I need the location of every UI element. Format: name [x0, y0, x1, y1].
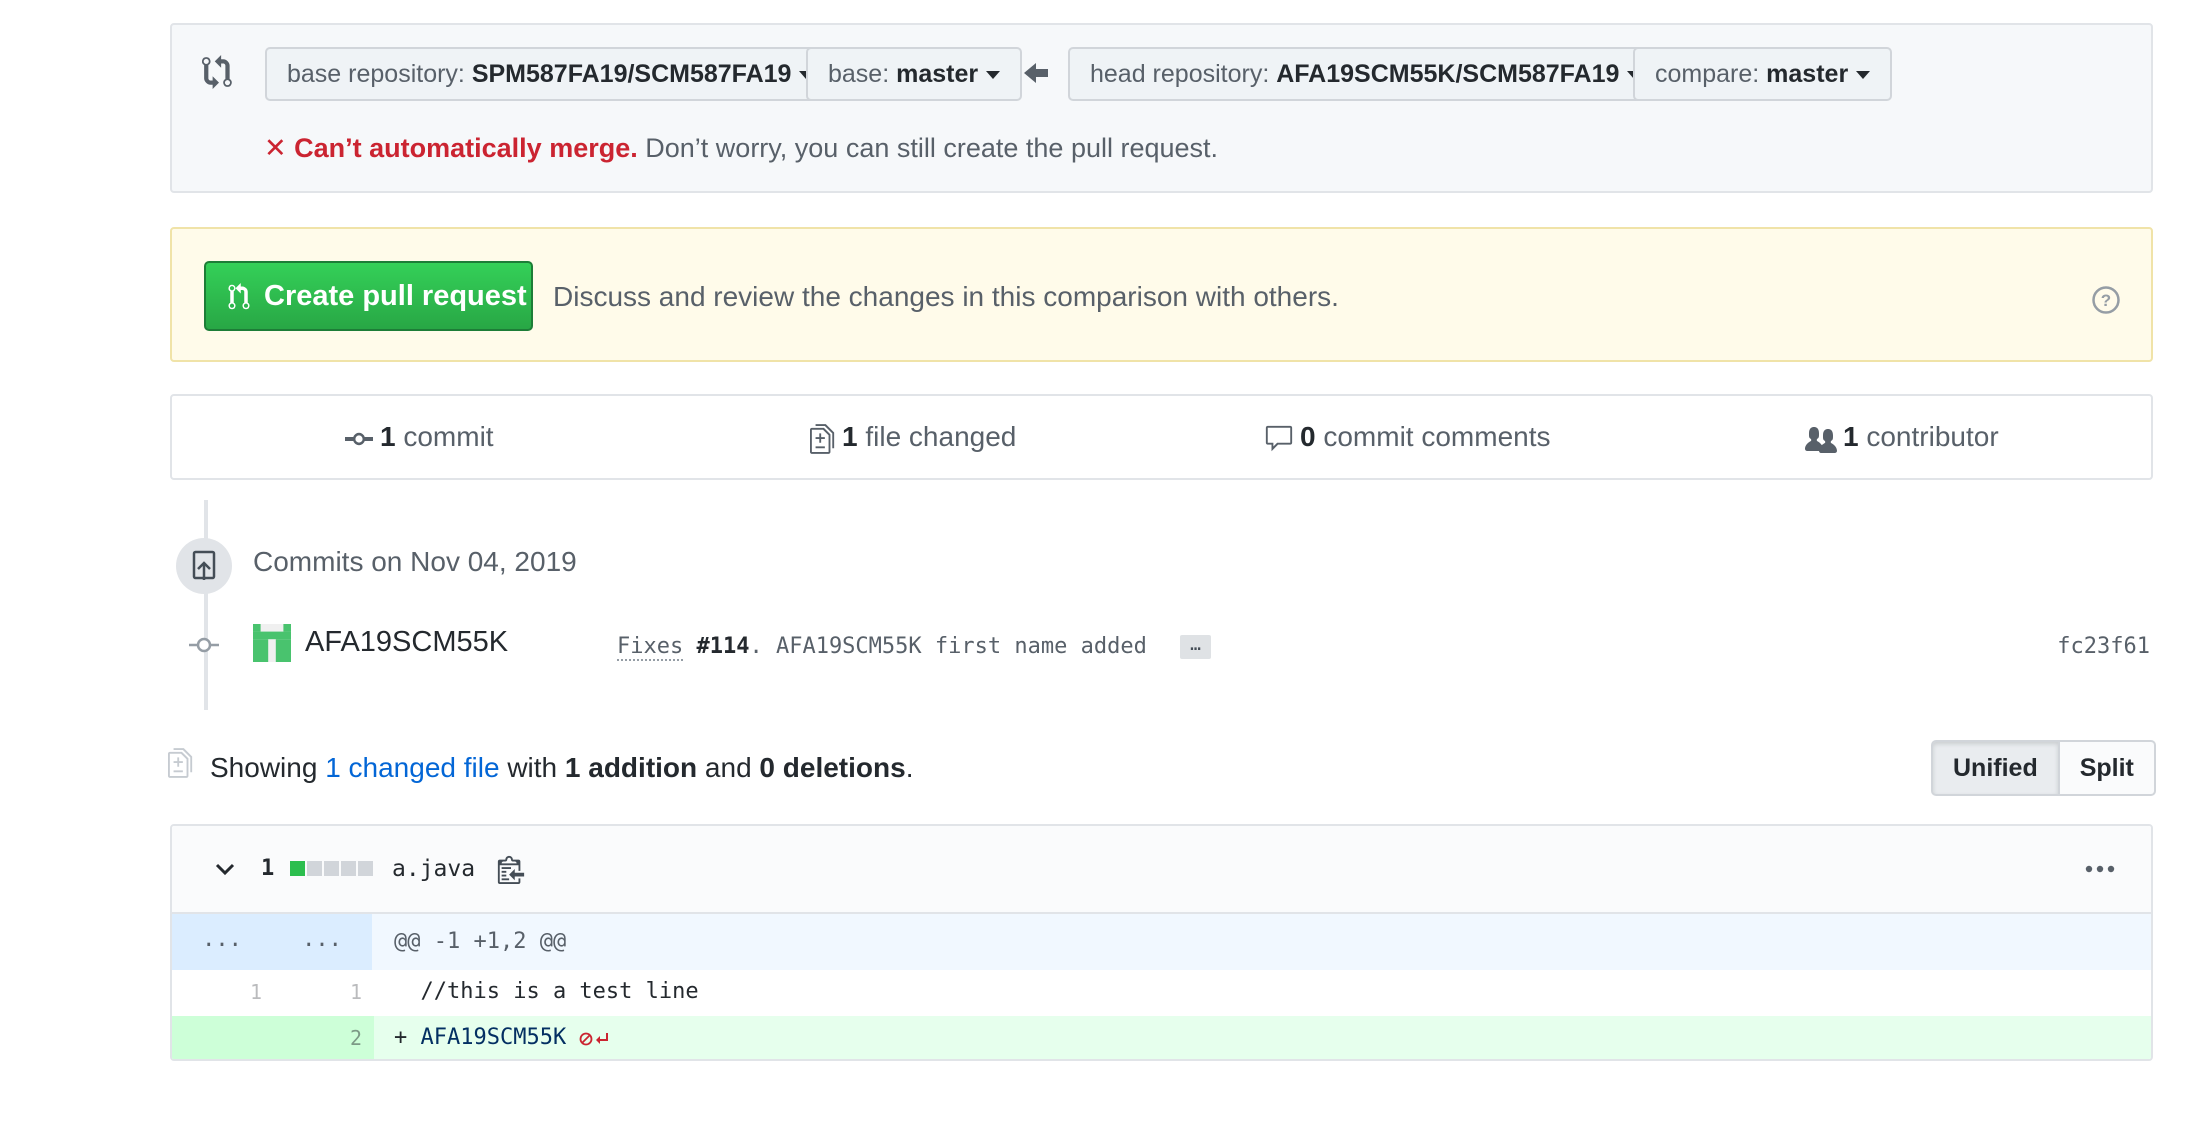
diffstat-bar [290, 861, 373, 876]
people-icon [1805, 426, 1837, 453]
hunk-header-row: ... ... @@ -1 +1,2 @@ [172, 914, 2151, 970]
diff-line-addition: 2 + AFA19SCM55K [172, 1016, 2151, 1059]
old-line-number[interactable] [172, 1016, 262, 1059]
commit-sha[interactable]: fc23f61 [2057, 634, 2150, 659]
expand-up-button[interactable]: ... [172, 914, 272, 970]
commit-message-text: . AFA19SCM55K first name added [749, 634, 1147, 659]
old-line-number[interactable]: 1 [172, 970, 262, 1014]
showing-label: Showing [210, 752, 318, 783]
file-header: 1 a.java [172, 826, 2151, 914]
addition-marker: + [394, 1025, 421, 1050]
file-diff-icon [168, 748, 193, 778]
kebab-horizontal-icon[interactable] [2085, 865, 2115, 873]
commits-count: 1 [380, 421, 396, 452]
svg-text:?: ? [2101, 291, 2111, 310]
merge-status-note: Don’t worry, you can still create the pu… [645, 133, 1219, 163]
compare-branch-label: compare: [1655, 60, 1760, 88]
diff-line-code: + AFA19SCM55K [394, 1016, 611, 1059]
merge-status-text: Can’t automatically merge. [294, 133, 638, 163]
split-button[interactable]: Split [2059, 740, 2156, 796]
files-count: 1 [842, 421, 858, 452]
caret-down-icon [986, 71, 1001, 80]
commits-summary[interactable]: 1 commit [344, 396, 494, 478]
files-changed-summary[interactable]: 1 file changed [810, 396, 1016, 478]
contributors-count: 1 [1843, 421, 1859, 452]
repo-push-icon [176, 538, 232, 594]
commit-author[interactable]: AFA19SCM55K [305, 626, 508, 659]
chevron-down-icon[interactable] [214, 858, 236, 880]
compare-branch-value: master [1766, 60, 1849, 88]
git-compare-icon [202, 55, 232, 89]
base-repository-label: base repository: [287, 60, 465, 88]
git-commit-icon [345, 432, 373, 445]
head-repository-label: head repository: [1090, 60, 1270, 88]
copy-path-icon[interactable] [497, 854, 525, 884]
diff-line-context: 1 1 //this is a test line [172, 970, 2151, 1014]
no-newline-icon [580, 1032, 609, 1046]
expand-commit-message-button[interactable]: … [1180, 635, 1211, 659]
avatar[interactable] [253, 624, 291, 662]
file-diff-icon [810, 423, 835, 454]
comparison-summary: 1 commit 1 file changed 0 commit comment… [170, 394, 2153, 480]
diffstat-block-neutral [324, 861, 339, 876]
commit-message[interactable]: Fixes #114. AFA19SCM55K first name added… [617, 634, 1211, 661]
git-commit-icon [189, 637, 219, 653]
with-label: with [507, 752, 558, 783]
commit-group-title: Commits on Nov 04, 2019 [253, 546, 577, 577]
issue-link[interactable]: #114 [696, 634, 749, 659]
base-branch-value: master [896, 60, 979, 88]
changed-files-link[interactable]: 1 changed file [325, 752, 499, 783]
git-pull-request-icon [228, 283, 250, 310]
diff-line-code: //this is a test line [394, 979, 699, 1004]
compare-branch-select[interactable]: compare: master [1633, 47, 1893, 101]
head-repository-select[interactable]: head repository: AFA19SCM55K/SCM587FA19 [1068, 47, 1664, 101]
diffstat-block-neutral [307, 861, 322, 876]
merge-status: ✕ Can’t automatically merge. Don’t worry… [264, 133, 1218, 164]
create-pull-request-description: Discuss and review the changes in this c… [553, 281, 1339, 312]
additions-count: 1 addition [564, 752, 698, 783]
x-icon: ✕ [264, 133, 287, 163]
diff-summary: Showing 1 changed file with 1 addition a… [210, 752, 913, 784]
commit-comments-summary[interactable]: 0 commit comments [1264, 396, 1551, 478]
timeline-line [204, 500, 208, 710]
added-text: AFA19SCM55K [420, 1025, 567, 1050]
expand-down-button[interactable]: ... [272, 914, 372, 970]
comments-label: commit comments [1323, 421, 1551, 452]
diffstat-block-added [290, 861, 305, 876]
caret-down-icon [1856, 71, 1871, 80]
diffstat-block-neutral [358, 861, 373, 876]
contributors-summary[interactable]: 1 contributor [1805, 396, 1999, 478]
period: . [905, 752, 914, 783]
base-branch-label: base: [828, 60, 890, 88]
comments-count: 0 [1300, 421, 1316, 452]
new-line-number[interactable]: 1 [272, 970, 362, 1014]
create-pull-request-label: Create pull request [264, 280, 527, 312]
arrow-left-icon [1024, 63, 1048, 83]
hunk-header: @@ -1 +1,2 @@ [394, 929, 567, 954]
contributors-label: contributor [1866, 421, 1999, 452]
create-pull-request-button[interactable]: Create pull request [204, 261, 533, 331]
create-pull-request-panel: Create pull request Discuss and review t… [170, 227, 2153, 362]
diff-view-toggle: Unified Split [1931, 740, 2156, 796]
commits-label: commit [403, 421, 494, 452]
base-repository-value: SPM587FA19/SCM587FA19 [471, 60, 792, 88]
head-repository-value: AFA19SCM55K/SCM587FA19 [1276, 60, 1620, 88]
question-icon[interactable]: ? [2091, 285, 2121, 315]
diffstat-block-neutral [341, 861, 356, 876]
comment-icon [1265, 425, 1293, 451]
file-name[interactable]: a.java [392, 856, 475, 882]
base-repository-select[interactable]: base repository: SPM587FA19/SCM587FA19 [265, 47, 836, 101]
file-diff: 1 a.java ... ... @@ -1 +1,2 @@ 1 1 //thi… [170, 824, 2153, 1061]
diffstat-count: 1 [261, 856, 275, 881]
deletions-count: 0 deletions [759, 752, 906, 783]
files-label: file changed [865, 421, 1017, 452]
commit-message-prefix: Fixes [617, 634, 684, 661]
and-label: and [704, 752, 752, 783]
base-branch-select[interactable]: base: master [806, 47, 1023, 101]
new-line-number[interactable]: 2 [272, 1016, 362, 1059]
range-editor: base repository: SPM587FA19/SCM587FA19 b… [170, 23, 2153, 193]
unified-button[interactable]: Unified [1931, 740, 2060, 796]
